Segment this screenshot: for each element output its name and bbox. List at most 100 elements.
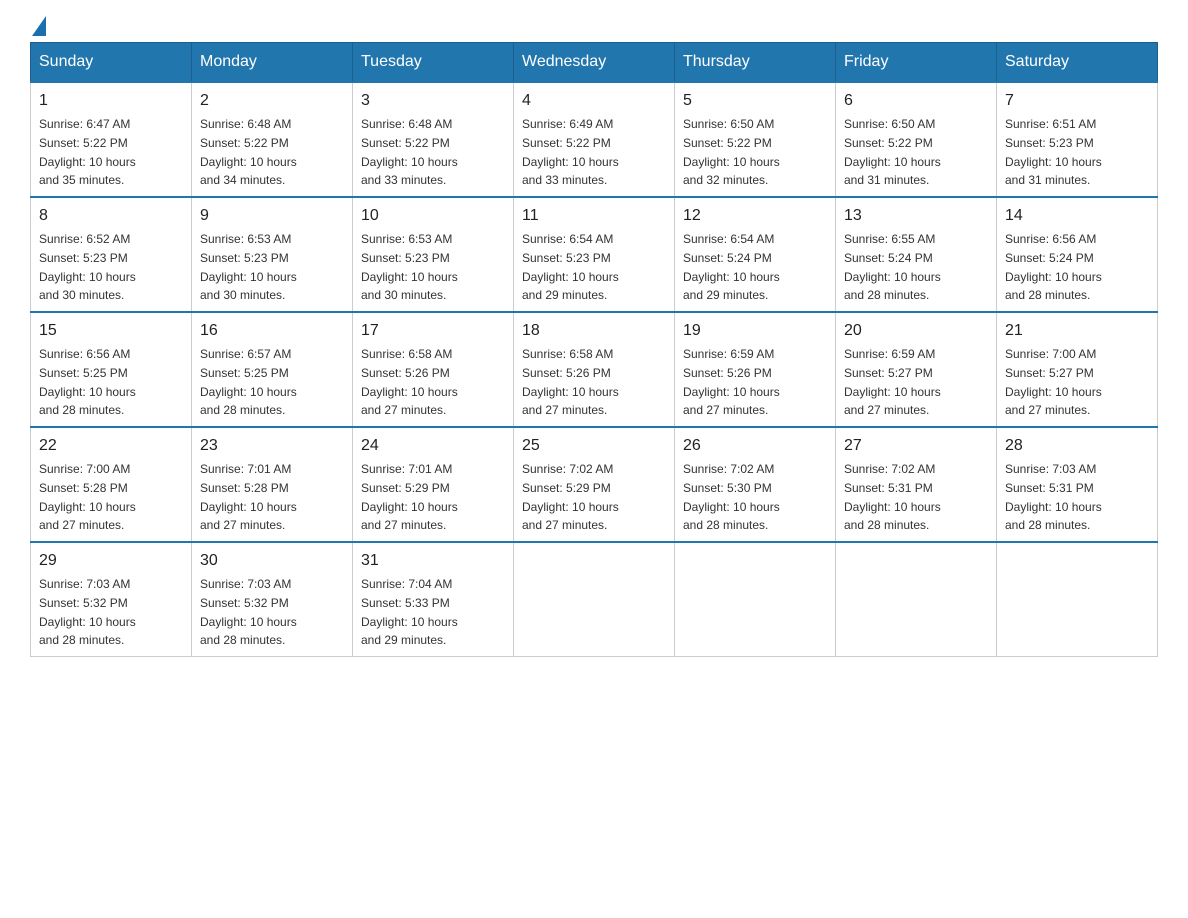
day-info: Sunrise: 6:55 AMSunset: 5:24 PMDaylight:…	[844, 232, 941, 302]
day-info: Sunrise: 7:00 AMSunset: 5:27 PMDaylight:…	[1005, 347, 1102, 417]
day-info: Sunrise: 6:53 AMSunset: 5:23 PMDaylight:…	[200, 232, 297, 302]
day-info: Sunrise: 6:54 AMSunset: 5:23 PMDaylight:…	[522, 232, 619, 302]
calendar-cell: 14 Sunrise: 6:56 AMSunset: 5:24 PMDaylig…	[997, 197, 1158, 312]
day-number: 18	[522, 319, 666, 343]
calendar-cell: 2 Sunrise: 6:48 AMSunset: 5:22 PMDayligh…	[192, 82, 353, 197]
day-info: Sunrise: 7:04 AMSunset: 5:33 PMDaylight:…	[361, 577, 458, 647]
calendar-cell: 15 Sunrise: 6:56 AMSunset: 5:25 PMDaylig…	[31, 312, 192, 427]
calendar-cell: 22 Sunrise: 7:00 AMSunset: 5:28 PMDaylig…	[31, 427, 192, 542]
day-info: Sunrise: 7:01 AMSunset: 5:28 PMDaylight:…	[200, 462, 297, 532]
day-info: Sunrise: 6:59 AMSunset: 5:27 PMDaylight:…	[844, 347, 941, 417]
calendar-cell: 7 Sunrise: 6:51 AMSunset: 5:23 PMDayligh…	[997, 82, 1158, 197]
day-info: Sunrise: 6:51 AMSunset: 5:23 PMDaylight:…	[1005, 117, 1102, 187]
day-number: 22	[39, 434, 183, 458]
calendar-cell: 26 Sunrise: 7:02 AMSunset: 5:30 PMDaylig…	[675, 427, 836, 542]
day-info: Sunrise: 6:50 AMSunset: 5:22 PMDaylight:…	[683, 117, 780, 187]
day-number: 24	[361, 434, 505, 458]
day-number: 5	[683, 89, 827, 113]
calendar-cell: 5 Sunrise: 6:50 AMSunset: 5:22 PMDayligh…	[675, 82, 836, 197]
day-info: Sunrise: 6:54 AMSunset: 5:24 PMDaylight:…	[683, 232, 780, 302]
day-info: Sunrise: 7:03 AMSunset: 5:31 PMDaylight:…	[1005, 462, 1102, 532]
calendar-cell: 12 Sunrise: 6:54 AMSunset: 5:24 PMDaylig…	[675, 197, 836, 312]
day-info: Sunrise: 7:02 AMSunset: 5:29 PMDaylight:…	[522, 462, 619, 532]
day-info: Sunrise: 7:02 AMSunset: 5:30 PMDaylight:…	[683, 462, 780, 532]
calendar-cell: 27 Sunrise: 7:02 AMSunset: 5:31 PMDaylig…	[836, 427, 997, 542]
day-number: 28	[1005, 434, 1149, 458]
calendar-cell: 16 Sunrise: 6:57 AMSunset: 5:25 PMDaylig…	[192, 312, 353, 427]
day-number: 16	[200, 319, 344, 343]
calendar-cell: 25 Sunrise: 7:02 AMSunset: 5:29 PMDaylig…	[514, 427, 675, 542]
calendar-cell: 20 Sunrise: 6:59 AMSunset: 5:27 PMDaylig…	[836, 312, 997, 427]
day-number: 21	[1005, 319, 1149, 343]
day-number: 17	[361, 319, 505, 343]
day-info: Sunrise: 6:56 AMSunset: 5:25 PMDaylight:…	[39, 347, 136, 417]
calendar-table: SundayMondayTuesdayWednesdayThursdayFrid…	[30, 42, 1158, 657]
calendar-cell: 1 Sunrise: 6:47 AMSunset: 5:22 PMDayligh…	[31, 82, 192, 197]
day-number: 25	[522, 434, 666, 458]
day-number: 12	[683, 204, 827, 228]
logo	[30, 20, 46, 32]
calendar-cell: 28 Sunrise: 7:03 AMSunset: 5:31 PMDaylig…	[997, 427, 1158, 542]
calendar-header: SundayMondayTuesdayWednesdayThursdayFrid…	[31, 43, 1158, 83]
day-number: 3	[361, 89, 505, 113]
calendar-cell: 4 Sunrise: 6:49 AMSunset: 5:22 PMDayligh…	[514, 82, 675, 197]
day-number: 14	[1005, 204, 1149, 228]
calendar-cell: 9 Sunrise: 6:53 AMSunset: 5:23 PMDayligh…	[192, 197, 353, 312]
day-number: 9	[200, 204, 344, 228]
logo-triangle-icon	[32, 16, 46, 36]
day-of-week-header: Tuesday	[353, 43, 514, 83]
calendar-week-row: 1 Sunrise: 6:47 AMSunset: 5:22 PMDayligh…	[31, 82, 1158, 197]
day-number: 26	[683, 434, 827, 458]
day-info: Sunrise: 6:50 AMSunset: 5:22 PMDaylight:…	[844, 117, 941, 187]
day-info: Sunrise: 6:52 AMSunset: 5:23 PMDaylight:…	[39, 232, 136, 302]
day-number: 2	[200, 89, 344, 113]
day-info: Sunrise: 6:47 AMSunset: 5:22 PMDaylight:…	[39, 117, 136, 187]
calendar-cell: 3 Sunrise: 6:48 AMSunset: 5:22 PMDayligh…	[353, 82, 514, 197]
day-info: Sunrise: 7:00 AMSunset: 5:28 PMDaylight:…	[39, 462, 136, 532]
day-of-week-header: Sunday	[31, 43, 192, 83]
calendar-cell: 30 Sunrise: 7:03 AMSunset: 5:32 PMDaylig…	[192, 542, 353, 657]
day-of-week-header: Saturday	[997, 43, 1158, 83]
calendar-cell	[514, 542, 675, 657]
calendar-cell: 19 Sunrise: 6:59 AMSunset: 5:26 PMDaylig…	[675, 312, 836, 427]
day-info: Sunrise: 7:01 AMSunset: 5:29 PMDaylight:…	[361, 462, 458, 532]
calendar-body: 1 Sunrise: 6:47 AMSunset: 5:22 PMDayligh…	[31, 82, 1158, 657]
day-info: Sunrise: 7:03 AMSunset: 5:32 PMDaylight:…	[39, 577, 136, 647]
day-number: 19	[683, 319, 827, 343]
calendar-cell: 29 Sunrise: 7:03 AMSunset: 5:32 PMDaylig…	[31, 542, 192, 657]
day-number: 23	[200, 434, 344, 458]
day-info: Sunrise: 7:02 AMSunset: 5:31 PMDaylight:…	[844, 462, 941, 532]
day-number: 6	[844, 89, 988, 113]
calendar-cell: 23 Sunrise: 7:01 AMSunset: 5:28 PMDaylig…	[192, 427, 353, 542]
day-of-week-header: Friday	[836, 43, 997, 83]
page-header	[30, 20, 1158, 32]
day-info: Sunrise: 6:58 AMSunset: 5:26 PMDaylight:…	[361, 347, 458, 417]
day-number: 31	[361, 549, 505, 573]
calendar-cell	[836, 542, 997, 657]
day-header-row: SundayMondayTuesdayWednesdayThursdayFrid…	[31, 43, 1158, 83]
day-of-week-header: Wednesday	[514, 43, 675, 83]
day-number: 8	[39, 204, 183, 228]
calendar-cell: 18 Sunrise: 6:58 AMSunset: 5:26 PMDaylig…	[514, 312, 675, 427]
day-of-week-header: Monday	[192, 43, 353, 83]
day-number: 10	[361, 204, 505, 228]
day-info: Sunrise: 6:53 AMSunset: 5:23 PMDaylight:…	[361, 232, 458, 302]
day-info: Sunrise: 6:58 AMSunset: 5:26 PMDaylight:…	[522, 347, 619, 417]
calendar-week-row: 29 Sunrise: 7:03 AMSunset: 5:32 PMDaylig…	[31, 542, 1158, 657]
calendar-week-row: 8 Sunrise: 6:52 AMSunset: 5:23 PMDayligh…	[31, 197, 1158, 312]
calendar-cell: 24 Sunrise: 7:01 AMSunset: 5:29 PMDaylig…	[353, 427, 514, 542]
day-number: 1	[39, 89, 183, 113]
calendar-cell: 21 Sunrise: 7:00 AMSunset: 5:27 PMDaylig…	[997, 312, 1158, 427]
day-info: Sunrise: 6:57 AMSunset: 5:25 PMDaylight:…	[200, 347, 297, 417]
day-number: 20	[844, 319, 988, 343]
day-number: 15	[39, 319, 183, 343]
calendar-cell: 6 Sunrise: 6:50 AMSunset: 5:22 PMDayligh…	[836, 82, 997, 197]
day-number: 13	[844, 204, 988, 228]
calendar-cell: 8 Sunrise: 6:52 AMSunset: 5:23 PMDayligh…	[31, 197, 192, 312]
day-of-week-header: Thursday	[675, 43, 836, 83]
day-info: Sunrise: 6:59 AMSunset: 5:26 PMDaylight:…	[683, 347, 780, 417]
day-number: 4	[522, 89, 666, 113]
day-info: Sunrise: 7:03 AMSunset: 5:32 PMDaylight:…	[200, 577, 297, 647]
calendar-cell	[675, 542, 836, 657]
calendar-cell: 11 Sunrise: 6:54 AMSunset: 5:23 PMDaylig…	[514, 197, 675, 312]
